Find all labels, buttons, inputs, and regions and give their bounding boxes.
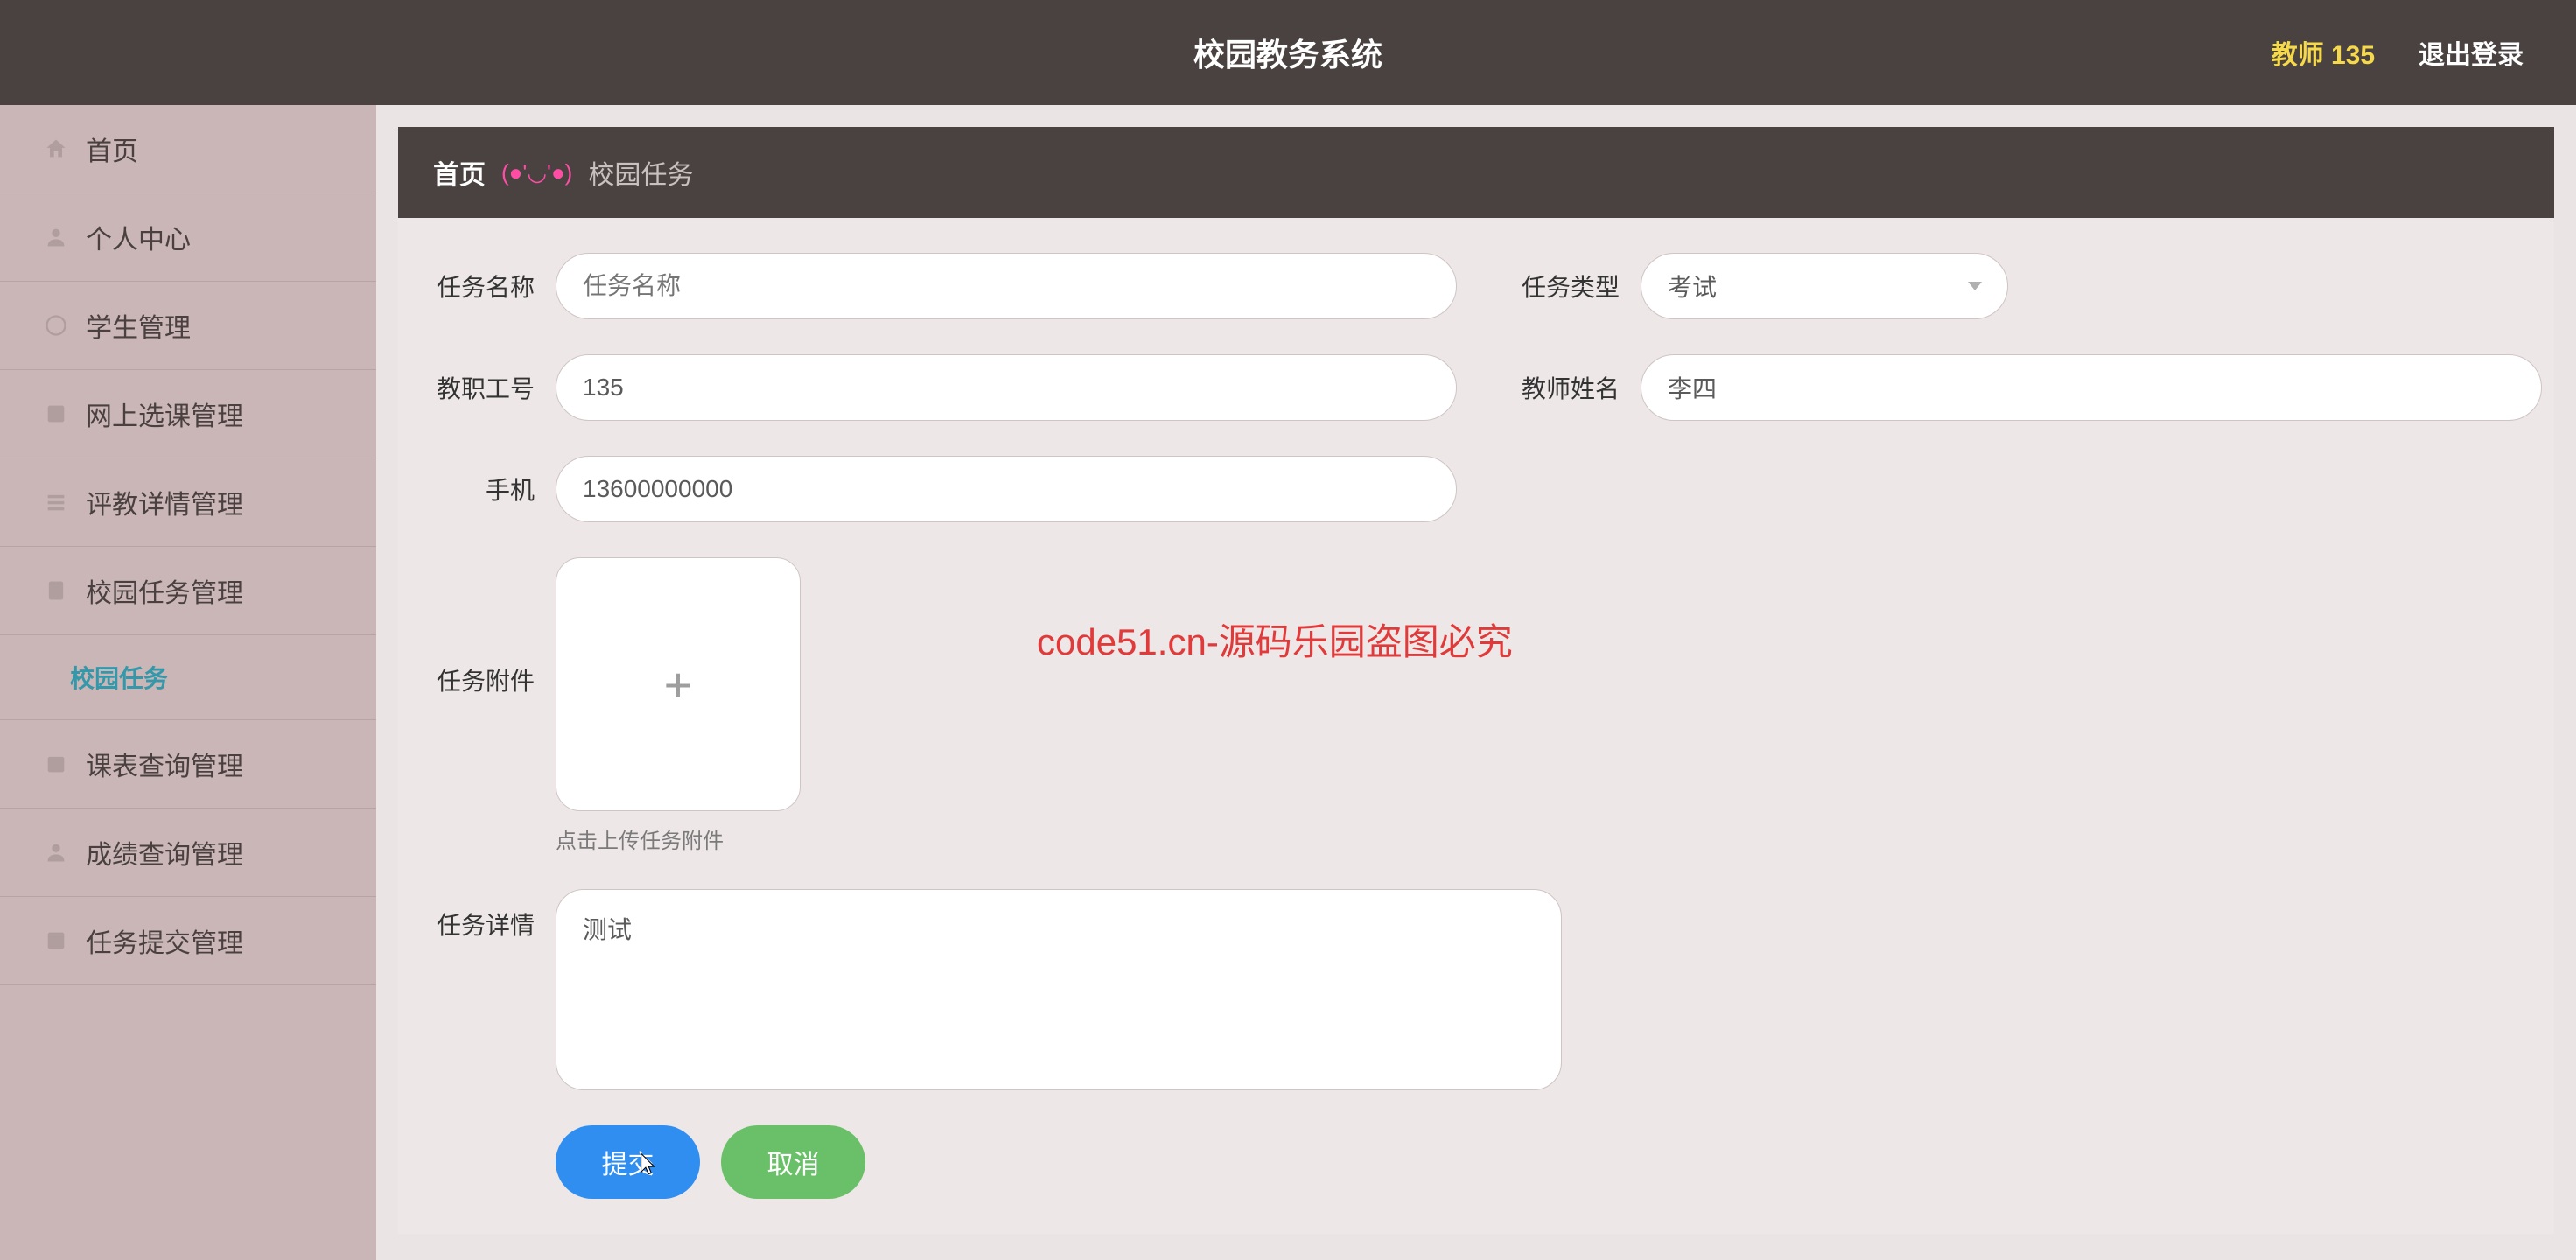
sidebar-item-task[interactable]: 校园任务管理 xyxy=(0,547,376,635)
sidebar-item-grade[interactable]: 成绩查询管理 xyxy=(0,808,376,897)
submit-button[interactable]: 提交 xyxy=(556,1125,700,1199)
staff-id-input[interactable] xyxy=(556,354,1457,421)
sidebar-item-label: 成绩查询管理 xyxy=(86,833,243,872)
sidebar-item-label: 个人中心 xyxy=(86,218,191,256)
app-title: 校园教务系统 xyxy=(1194,30,1382,75)
cancel-button[interactable]: 取消 xyxy=(721,1125,865,1199)
sidebar-item-course[interactable]: 网上选课管理 xyxy=(0,370,376,458)
sidebar-subitem-campus-task[interactable]: 校园任务 xyxy=(0,635,376,720)
topbar: 校园教务系统 教师 135 退出登录 xyxy=(0,0,2576,105)
sidebar-item-schedule[interactable]: 课表查询管理 xyxy=(0,720,376,808)
breadcrumb-home[interactable]: 首页 xyxy=(433,153,486,192)
label-phone: 手机 xyxy=(424,472,556,507)
submit-icon xyxy=(44,928,68,953)
user-icon xyxy=(44,225,68,249)
label-staff-id: 教职工号 xyxy=(424,370,556,405)
label-task-name: 任务名称 xyxy=(424,269,556,304)
sidebar-item-personal[interactable]: 个人中心 xyxy=(0,193,376,282)
sidebar-item-label: 校园任务管理 xyxy=(86,571,243,610)
breadcrumb: 首页 (●'◡'●) 校园任务 xyxy=(398,127,2554,218)
label-task-type: 任务类型 xyxy=(1509,269,1641,304)
user-info: 教师 135 xyxy=(2272,33,2375,72)
sidebar-item-label: 首页 xyxy=(86,130,138,168)
task-detail-textarea[interactable] xyxy=(556,889,1562,1090)
upload-attachment-button[interactable]: + xyxy=(556,557,801,811)
sidebar-item-home[interactable]: 首页 xyxy=(0,105,376,193)
list-icon xyxy=(44,490,68,514)
book-icon xyxy=(44,402,68,426)
phone-input[interactable] xyxy=(556,456,1457,522)
sidebar-item-label: 网上选课管理 xyxy=(86,395,243,433)
task-icon xyxy=(44,578,68,603)
breadcrumb-current: 校园任务 xyxy=(588,153,693,192)
chevron-down-icon xyxy=(1968,282,1982,290)
sidebar-item-submit[interactable]: 任务提交管理 xyxy=(0,897,376,985)
task-name-input[interactable] xyxy=(556,253,1457,319)
grade-icon xyxy=(44,840,68,864)
sidebar-item-eval[interactable]: 评教详情管理 xyxy=(0,458,376,547)
attachment-wrap: + 点击上传任务附件 xyxy=(556,557,801,854)
task-type-value[interactable] xyxy=(1641,253,2008,319)
sidebar-item-label: 评教详情管理 xyxy=(86,483,243,522)
sidebar-item-label: 课表查询管理 xyxy=(86,745,243,783)
plus-icon: + xyxy=(664,656,693,713)
label-teacher-name: 教师姓名 xyxy=(1509,370,1641,405)
sidebar-item-label: 学生管理 xyxy=(86,306,191,345)
label-detail: 任务详情 xyxy=(424,889,556,942)
sidebar-item-label: 任务提交管理 xyxy=(86,921,243,960)
home-icon xyxy=(44,136,68,161)
breadcrumb-emoji: (●'◡'●) xyxy=(501,159,572,186)
content: 首页 (●'◡'●) 校园任务 任务名称 任务类型 xyxy=(376,105,2576,1260)
label-attachment: 任务附件 xyxy=(424,557,556,697)
task-type-select[interactable] xyxy=(1641,253,2008,319)
student-icon xyxy=(44,313,68,338)
logout-link[interactable]: 退出登录 xyxy=(2418,33,2524,72)
sidebar: 首页 个人中心 学生管理 网上选课管理 评教详情管理 校园任务管理 校园任务 课… xyxy=(0,105,376,1260)
task-form: 任务名称 任务类型 教职工号 教师姓名 xyxy=(398,218,2554,1234)
upload-hint: 点击上传任务附件 xyxy=(556,823,801,854)
topbar-right: 教师 135 退出登录 xyxy=(2272,33,2524,72)
teacher-name-input[interactable] xyxy=(1641,354,2542,421)
sidebar-item-student[interactable]: 学生管理 xyxy=(0,282,376,370)
calendar-icon xyxy=(44,752,68,776)
